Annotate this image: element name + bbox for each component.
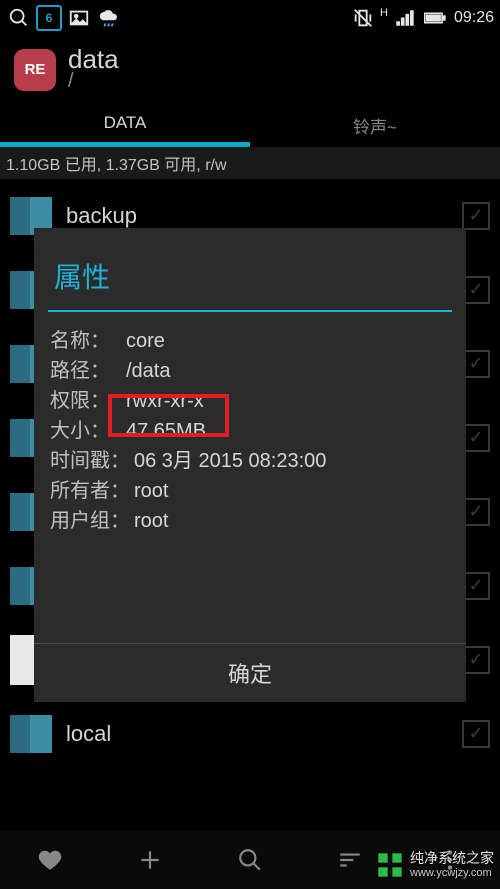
vibrate-icon	[350, 5, 376, 31]
weather-icon	[96, 5, 122, 31]
tab-data[interactable]: DATA	[0, 103, 250, 147]
item-checkbox[interactable]	[462, 498, 490, 526]
gallery-icon	[66, 5, 92, 31]
label-group: 用户组：	[50, 506, 130, 536]
item-checkbox[interactable]	[462, 646, 490, 674]
label-timestamp: 时间戳：	[50, 446, 130, 476]
heart-icon	[37, 847, 63, 873]
value-owner: root	[134, 476, 168, 506]
value-size: 47.65MB	[126, 416, 206, 446]
search-button[interactable]	[200, 847, 300, 873]
item-checkbox[interactable]	[462, 424, 490, 452]
watermark-url: www.ycwjzy.com	[410, 867, 494, 879]
item-checkbox[interactable]	[462, 202, 490, 230]
add-button[interactable]	[100, 847, 200, 873]
favorite-button[interactable]	[0, 847, 100, 873]
label-size: 大小：	[50, 416, 122, 446]
label-owner: 所有者：	[50, 476, 130, 506]
storage-info: 1.10GB 已用, 1.37GB 可用, r/w	[0, 147, 500, 179]
search-icon	[237, 847, 263, 873]
item-name: local	[66, 721, 448, 747]
calendar-icon: 6	[36, 5, 62, 31]
value-timestamp: 06 3月 2015 08:23:00	[134, 446, 326, 476]
value-path: /data	[126, 356, 170, 386]
app-icon	[6, 5, 32, 31]
item-checkbox[interactable]	[462, 276, 490, 304]
current-path: /	[68, 70, 119, 93]
list-item[interactable]: local	[0, 697, 500, 771]
tab-ringtone[interactable]: 铃声~	[250, 103, 500, 147]
value-perm: rwxr-xr-x	[126, 386, 204, 416]
label-perm: 权限：	[50, 386, 122, 416]
folder-icon	[10, 709, 52, 759]
item-checkbox[interactable]	[462, 350, 490, 378]
value-group: root	[134, 506, 168, 536]
app-header: RE data /	[0, 36, 500, 103]
app-badge[interactable]: RE	[14, 49, 56, 91]
dialog-title: 属性	[34, 228, 466, 310]
item-checkbox[interactable]	[462, 720, 490, 748]
item-checkbox[interactable]	[462, 572, 490, 600]
watermark: 纯净系统之家 www.ycwjzy.com	[376, 851, 494, 879]
clock: 09:26	[454, 9, 494, 27]
watermark-text: 纯净系统之家	[410, 851, 494, 866]
sort-icon	[337, 847, 363, 873]
properties-dialog: 属性 名称：core 路径：/data 权限：rwxr-xr-x 大小：47.6…	[34, 228, 466, 702]
app-title: data	[68, 46, 119, 72]
label-name: 名称：	[50, 326, 122, 356]
item-name: backup	[66, 203, 448, 229]
signal-icon	[392, 5, 418, 31]
value-name: core	[126, 326, 165, 356]
tab-bar: DATA 铃声~	[0, 103, 500, 147]
battery-icon	[422, 5, 448, 31]
status-bar: 6 H 09:26	[0, 0, 500, 36]
dialog-body: 名称：core 路径：/data 权限：rwxr-xr-x 大小：47.65MB…	[34, 312, 466, 550]
network-label: H	[380, 7, 388, 19]
plus-icon	[137, 847, 163, 873]
label-path: 路径：	[50, 356, 122, 386]
ok-button[interactable]: 确定	[34, 643, 466, 702]
watermark-logo-icon	[376, 851, 404, 879]
